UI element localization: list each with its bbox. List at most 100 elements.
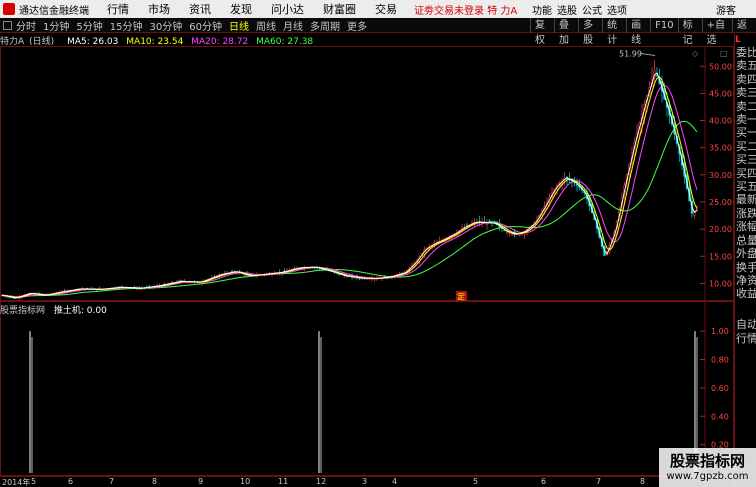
tool-multi-stock[interactable]: 多股	[578, 18, 602, 46]
quote-field-9[interactable]: 买四	[735, 167, 756, 180]
period-intraday[interactable]: 分时	[16, 18, 36, 33]
menu-trade[interactable]: 交易	[375, 1, 397, 17]
watermark: 股票指标网 www.7gpzb.com	[659, 448, 756, 487]
menu-formula[interactable]: 公式	[582, 2, 602, 17]
date-tick-label: 8	[640, 477, 646, 486]
indicator-source: 股票指标网	[0, 306, 46, 316]
period-1min[interactable]: 1分钟	[43, 18, 69, 33]
quote-field-18[interactable]: 收益	[735, 287, 756, 300]
login-warning[interactable]: 证劵交易未登录 特 力A	[414, 2, 517, 17]
indicator-tick-label: 0.60	[711, 384, 729, 393]
chart-settings-icon: ◇	[692, 49, 699, 58]
quote-field-16[interactable]: 换手	[735, 261, 756, 274]
quote-field-4[interactable]: 卖二	[735, 100, 756, 113]
main-chart-frame	[0, 46, 734, 301]
period-30min[interactable]: 30分钟	[149, 18, 182, 33]
quote-field-2[interactable]: 卖四	[735, 73, 756, 86]
high-price-label: 51.99	[619, 49, 642, 58]
date-tick-label: 6	[68, 477, 74, 486]
period-bar: 分时 1分钟 5分钟 15分钟 30分钟 60分钟 日线 周线 月线 多周期 更…	[0, 18, 756, 46]
indicator-value: 推土机: 0.00	[53, 306, 107, 316]
period-5min[interactable]: 5分钟	[76, 18, 102, 33]
quote-field-15[interactable]: 外盘	[735, 247, 756, 260]
ma20-line	[1, 84, 698, 298]
quote-field-0[interactable]: 委比	[735, 46, 756, 59]
tool-mark[interactable]: 标记	[677, 18, 702, 46]
quote-field-3[interactable]: 卖三	[735, 86, 756, 99]
menu-ask[interactable]: 问小达	[271, 1, 304, 17]
date-tick-label: 6	[541, 477, 547, 486]
app-title: 通达信金融终端	[19, 5, 89, 17]
price-tick-label: 10.00	[709, 279, 732, 288]
quote-side-panel: L 委比 卖五 卖四 卖三 卖二 卖一 买一 买二 买三 买四 买五 最新 涨跌 涨幅 总量 外盘 换手 净资 收益…	[734, 34, 756, 487]
candle-body	[695, 208, 699, 211]
period-more[interactable]: 更多	[347, 18, 367, 33]
quote-field-1[interactable]: 卖五	[735, 59, 756, 72]
current-stock-label: 特 力A	[487, 6, 518, 17]
quote-field-21[interactable]: 行情	[735, 332, 756, 345]
menu-bar: 通达信金融终端 行情 市场 资讯 发现 问小达 财富圈 交易 证劵交易未登录 特…	[0, 0, 756, 18]
date-tick-label: 9	[198, 477, 204, 486]
menu-guest[interactable]: 游客	[716, 2, 736, 17]
quote-field-14[interactable]: 总量	[735, 234, 756, 247]
tool-draw[interactable]: 画线	[626, 18, 650, 46]
indicator-frame	[0, 301, 734, 476]
indicator-tick-label: 0.80	[711, 356, 729, 365]
quote-field-20[interactable]: 自动	[735, 318, 756, 331]
menu-market[interactable]: 市场	[148, 1, 170, 17]
layout-icon[interactable]	[3, 20, 12, 30]
quote-field-17[interactable]: 净资	[735, 274, 756, 287]
period-monthly[interactable]: 月线	[283, 18, 303, 33]
price-tick-label: 35.00	[709, 144, 732, 153]
chart-toolbar: 复权 叠加 多股 统计 画线 F10 标记 +自选 返回	[530, 18, 756, 46]
date-tick-label: 11	[278, 477, 289, 486]
quote-field-7[interactable]: 买二	[735, 140, 756, 153]
tool-add-watchlist[interactable]: +自选	[701, 18, 732, 46]
quote-field-10[interactable]: 买五	[735, 180, 756, 193]
candlestick-chart[interactable]: 10.00 15.00 20.00 25.00 30.00 35.00 40.00 45.00…	[0, 46, 734, 301]
high-pointer	[640, 53, 656, 56]
menu-quotes[interactable]: 行情	[107, 1, 129, 17]
menu-discover[interactable]: 发现	[230, 1, 252, 17]
tool-f10[interactable]: F10	[650, 18, 677, 33]
price-tick-label: 20.00	[709, 225, 732, 234]
ma5-line	[1, 72, 698, 299]
date-tick-label: 3	[362, 477, 368, 486]
price-tick-label: 30.00	[709, 171, 732, 180]
menu-news[interactable]: 资讯	[189, 1, 211, 17]
price-tick-label: 40.00	[709, 117, 732, 126]
chart-close-icon: □	[720, 49, 728, 58]
quote-field-12[interactable]: 涨跌	[735, 207, 756, 220]
quote-field-8[interactable]: 买三	[735, 153, 756, 166]
tool-overlay[interactable]: 叠加	[554, 18, 578, 46]
period-15min[interactable]: 15分钟	[110, 18, 143, 33]
level-badge: L	[735, 35, 741, 45]
price-tick-label: 50.00	[709, 62, 732, 71]
period-weekly[interactable]: 周线	[256, 18, 276, 33]
tool-stats[interactable]: 统计	[602, 18, 626, 46]
period-multi[interactable]: 多周期	[310, 18, 340, 33]
period-60min[interactable]: 60分钟	[189, 18, 222, 33]
tool-adjust[interactable]: 复权	[530, 18, 554, 46]
candles	[0, 59, 699, 301]
date-axis: 2014年 5 6 7 8 9 10 11 12 3 4 5 6 7 8	[0, 476, 734, 487]
date-tick-label: 10	[240, 477, 251, 486]
quote-field-13[interactable]: 涨幅	[735, 220, 756, 233]
price-tick-label: 45.00	[709, 89, 732, 98]
date-tick-label: 5	[31, 477, 37, 486]
marker-label: 定	[457, 292, 465, 302]
menu-function[interactable]: 功能	[532, 2, 552, 17]
menu-wealth[interactable]: 财富圈	[323, 1, 356, 17]
indicator-tick-label: 0.40	[711, 412, 729, 421]
date-tick-label: 12	[316, 477, 327, 486]
quote-field-5[interactable]: 卖一	[735, 113, 756, 126]
quote-field-11[interactable]: 最新	[735, 193, 756, 206]
period-daily[interactable]: 日线	[229, 18, 249, 33]
date-tick-label: 4	[392, 477, 398, 486]
menu-options[interactable]: 选项	[607, 2, 627, 17]
tool-back[interactable]: 返回	[732, 18, 756, 46]
watermark-title: 股票指标网	[669, 452, 745, 470]
quote-field-6[interactable]: 买一	[735, 126, 756, 139]
indicator-chart[interactable]: 0.200.400.600.801.00	[0, 301, 734, 476]
menu-stock-pick[interactable]: 选股	[557, 2, 577, 17]
